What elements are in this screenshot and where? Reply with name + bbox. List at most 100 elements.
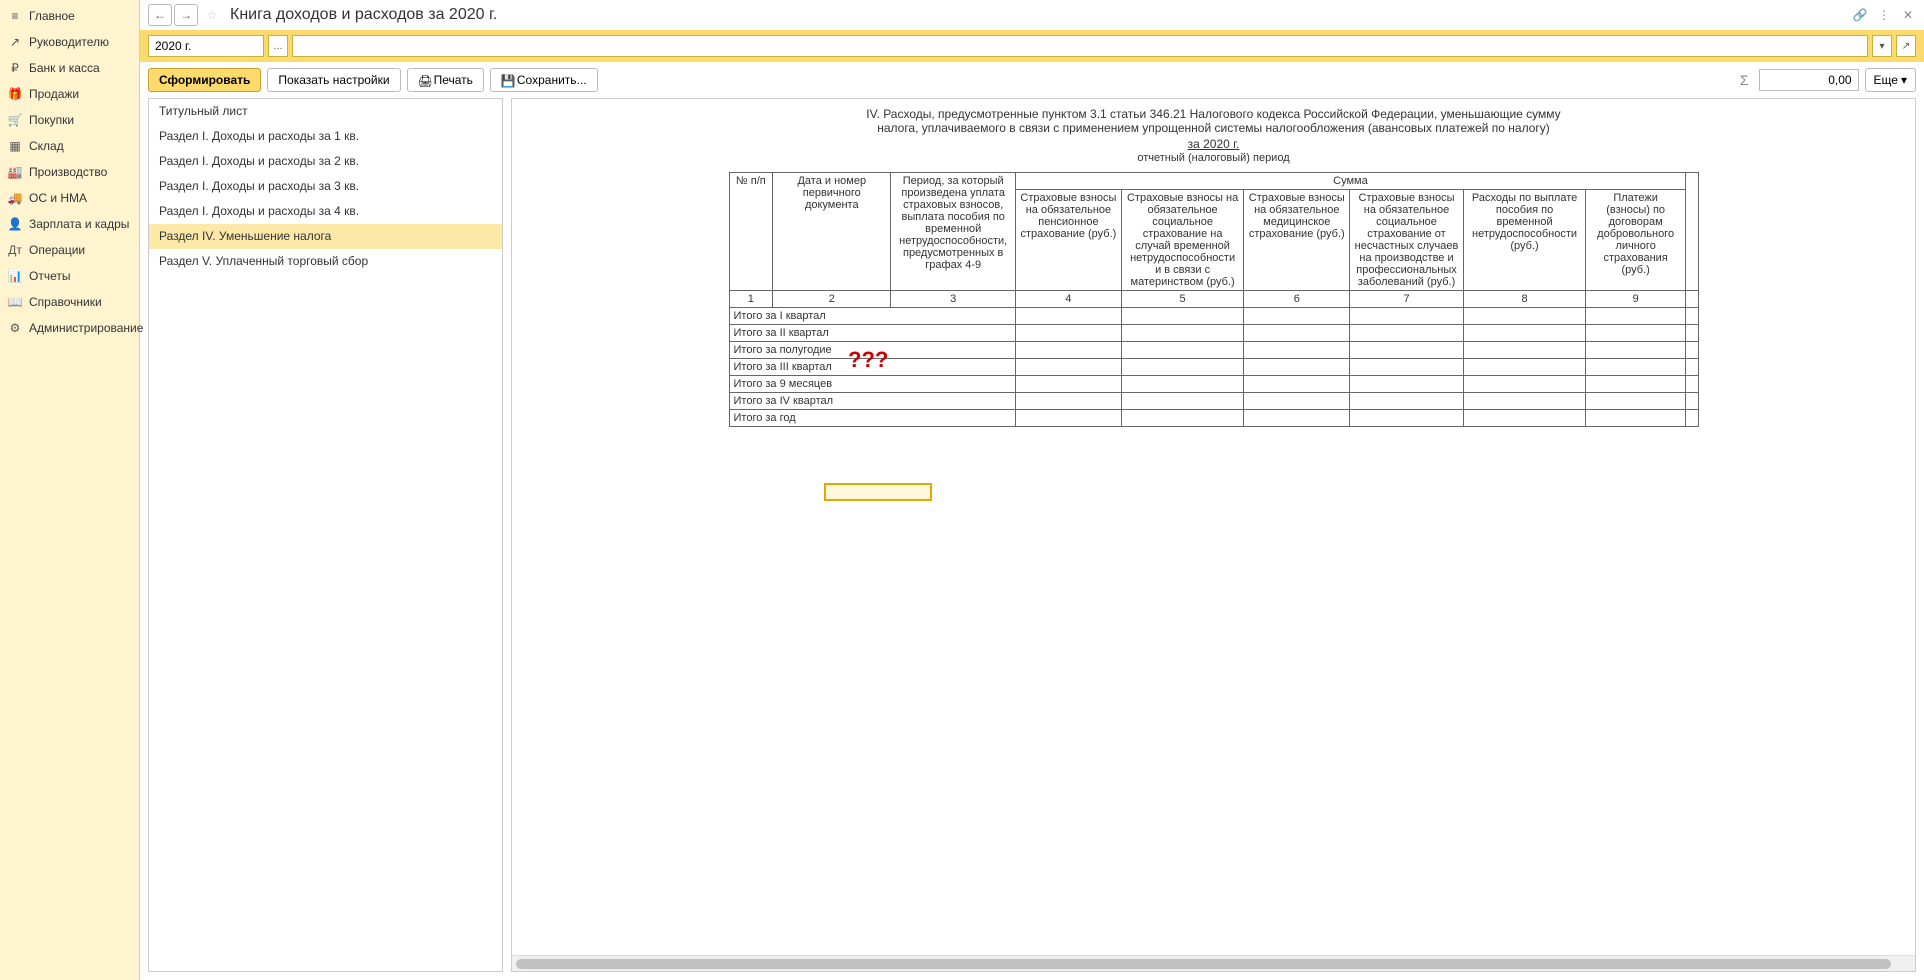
section-trade-fee[interactable]: Раздел V. Уплаченный торговый сбор <box>149 249 502 274</box>
section-q2[interactable]: Раздел I. Доходы и расходы за 2 кв. <box>149 149 502 174</box>
table-cell[interactable] <box>1015 325 1121 342</box>
table-cell[interactable] <box>1015 308 1121 325</box>
table-cell[interactable] <box>1121 325 1243 342</box>
open-button[interactable]: ↗ <box>1896 35 1916 57</box>
nav-item-directories[interactable]: 📖 Справочники <box>0 289 139 315</box>
print-button[interactable]: 🖨Печать <box>407 68 484 92</box>
table-cell[interactable] <box>1586 410 1686 427</box>
table-cell[interactable] <box>1350 359 1464 376</box>
table-cell[interactable] <box>1463 342 1585 359</box>
nav-item-main[interactable]: ≡ Главное <box>0 3 139 29</box>
table-cell[interactable] <box>1586 308 1686 325</box>
link-button[interactable]: 🔗 <box>1852 7 1868 23</box>
main-filter-input[interactable] <box>292 35 1868 57</box>
table-cell[interactable] <box>1121 359 1243 376</box>
table-cell[interactable] <box>1121 376 1243 393</box>
nav-item-manager[interactable]: ↗ Руководителю <box>0 29 139 55</box>
table-cell[interactable] <box>1350 376 1464 393</box>
nav-item-admin[interactable]: ⚙ Администрирование <box>0 315 139 341</box>
nav-item-bank[interactable]: ₽ Банк и касса <box>0 55 139 81</box>
table-cell[interactable] <box>1685 308 1698 325</box>
table-cell[interactable] <box>1244 342 1350 359</box>
row-label[interactable]: Итого за IV квартал <box>729 393 1015 410</box>
row-label[interactable]: Итого за 9 месяцев <box>729 376 1015 393</box>
table-cell[interactable] <box>1685 342 1698 359</box>
generate-button[interactable]: Сформировать <box>148 68 261 92</box>
section-q3[interactable]: Раздел I. Доходы и расходы за 3 кв. <box>149 174 502 199</box>
table-cell[interactable] <box>1244 410 1350 427</box>
nav-item-payroll[interactable]: 👤 Зарплата и кадры <box>0 211 139 237</box>
col-num-3: 3 <box>891 291 1016 308</box>
table-cell[interactable] <box>1685 359 1698 376</box>
table-cell[interactable] <box>1463 376 1585 393</box>
nav-item-reports[interactable]: 📊 Отчеты <box>0 263 139 289</box>
table-cell[interactable] <box>1586 393 1686 410</box>
section-q1[interactable]: Раздел I. Доходы и расходы за 1 кв. <box>149 124 502 149</box>
table-cell[interactable] <box>1463 410 1585 427</box>
table-cell[interactable] <box>1015 410 1121 427</box>
row-label[interactable]: Итого за I квартал <box>729 308 1015 325</box>
table-cell[interactable] <box>1685 393 1698 410</box>
col-header-sum: Сумма <box>1015 173 1685 190</box>
table-cell[interactable] <box>1350 325 1464 342</box>
close-button[interactable]: ✕ <box>1900 7 1916 23</box>
table-cell[interactable] <box>1350 308 1464 325</box>
dropdown-button[interactable]: ▾ <box>1872 35 1892 57</box>
table-cell[interactable] <box>1121 393 1243 410</box>
table-cell[interactable] <box>1350 342 1464 359</box>
nav-item-warehouse[interactable]: ▦ Склад <box>0 133 139 159</box>
table-cell[interactable] <box>1463 325 1585 342</box>
nav-label: Производство <box>29 165 107 179</box>
table-cell[interactable] <box>1015 359 1121 376</box>
col-header-7: Страховые взносы на обязательное социаль… <box>1350 190 1464 291</box>
table-cell[interactable] <box>1463 359 1585 376</box>
table-cell[interactable] <box>1015 342 1121 359</box>
section-q4[interactable]: Раздел I. Доходы и расходы за 4 кв. <box>149 199 502 224</box>
table-cell[interactable] <box>1244 359 1350 376</box>
section-tax-reduction[interactable]: Раздел IV. Уменьшение налога <box>149 224 502 249</box>
nav-item-operations[interactable]: Дт Операции <box>0 237 139 263</box>
table-cell[interactable] <box>1685 325 1698 342</box>
table-row: Итого за год <box>729 410 1698 427</box>
period-picker-button[interactable]: ... <box>268 35 288 57</box>
table-cell[interactable] <box>1586 342 1686 359</box>
favorite-button[interactable]: ☆ <box>203 6 221 24</box>
table-cell[interactable] <box>1463 393 1585 410</box>
nav-item-assets[interactable]: 🚚 ОС и НМА <box>0 185 139 211</box>
table-cell[interactable] <box>1244 325 1350 342</box>
horizontal-scrollbar[interactable] <box>512 955 1915 971</box>
table-cell[interactable] <box>1121 308 1243 325</box>
selected-cell[interactable] <box>824 483 932 501</box>
menu-button[interactable]: ⋮ <box>1876 7 1892 23</box>
nav-item-purchases[interactable]: 🛒 Покупки <box>0 107 139 133</box>
table-cell[interactable] <box>1586 376 1686 393</box>
sum-output[interactable] <box>1759 69 1859 91</box>
back-button[interactable]: ← <box>148 4 172 26</box>
row-label[interactable]: Итого за II квартал <box>729 325 1015 342</box>
period-input[interactable] <box>148 35 264 57</box>
save-button[interactable]: 💾Сохранить... <box>490 68 598 92</box>
forward-button[interactable]: → <box>174 4 198 26</box>
table-cell[interactable] <box>1121 410 1243 427</box>
table-cell[interactable] <box>1586 359 1686 376</box>
table-cell[interactable] <box>1121 342 1243 359</box>
table-cell[interactable] <box>1586 325 1686 342</box>
scrollbar-thumb[interactable] <box>516 959 1891 969</box>
row-label[interactable]: Итого за год <box>729 410 1015 427</box>
col-num-9: 9 <box>1586 291 1686 308</box>
table-cell[interactable] <box>1350 410 1464 427</box>
section-title-page[interactable]: Титульный лист <box>149 99 502 124</box>
nav-item-production[interactable]: 🏭 Производство <box>0 159 139 185</box>
nav-item-sales[interactable]: 🎁 Продажи <box>0 81 139 107</box>
more-button[interactable]: Еще▾ <box>1865 68 1916 92</box>
table-cell[interactable] <box>1685 410 1698 427</box>
show-settings-button[interactable]: Показать настройки <box>267 68 400 92</box>
table-cell[interactable] <box>1350 393 1464 410</box>
table-cell[interactable] <box>1244 376 1350 393</box>
table-cell[interactable] <box>1015 393 1121 410</box>
table-cell[interactable] <box>1463 308 1585 325</box>
table-cell[interactable] <box>1015 376 1121 393</box>
table-cell[interactable] <box>1685 376 1698 393</box>
table-cell[interactable] <box>1244 393 1350 410</box>
table-cell[interactable] <box>1244 308 1350 325</box>
